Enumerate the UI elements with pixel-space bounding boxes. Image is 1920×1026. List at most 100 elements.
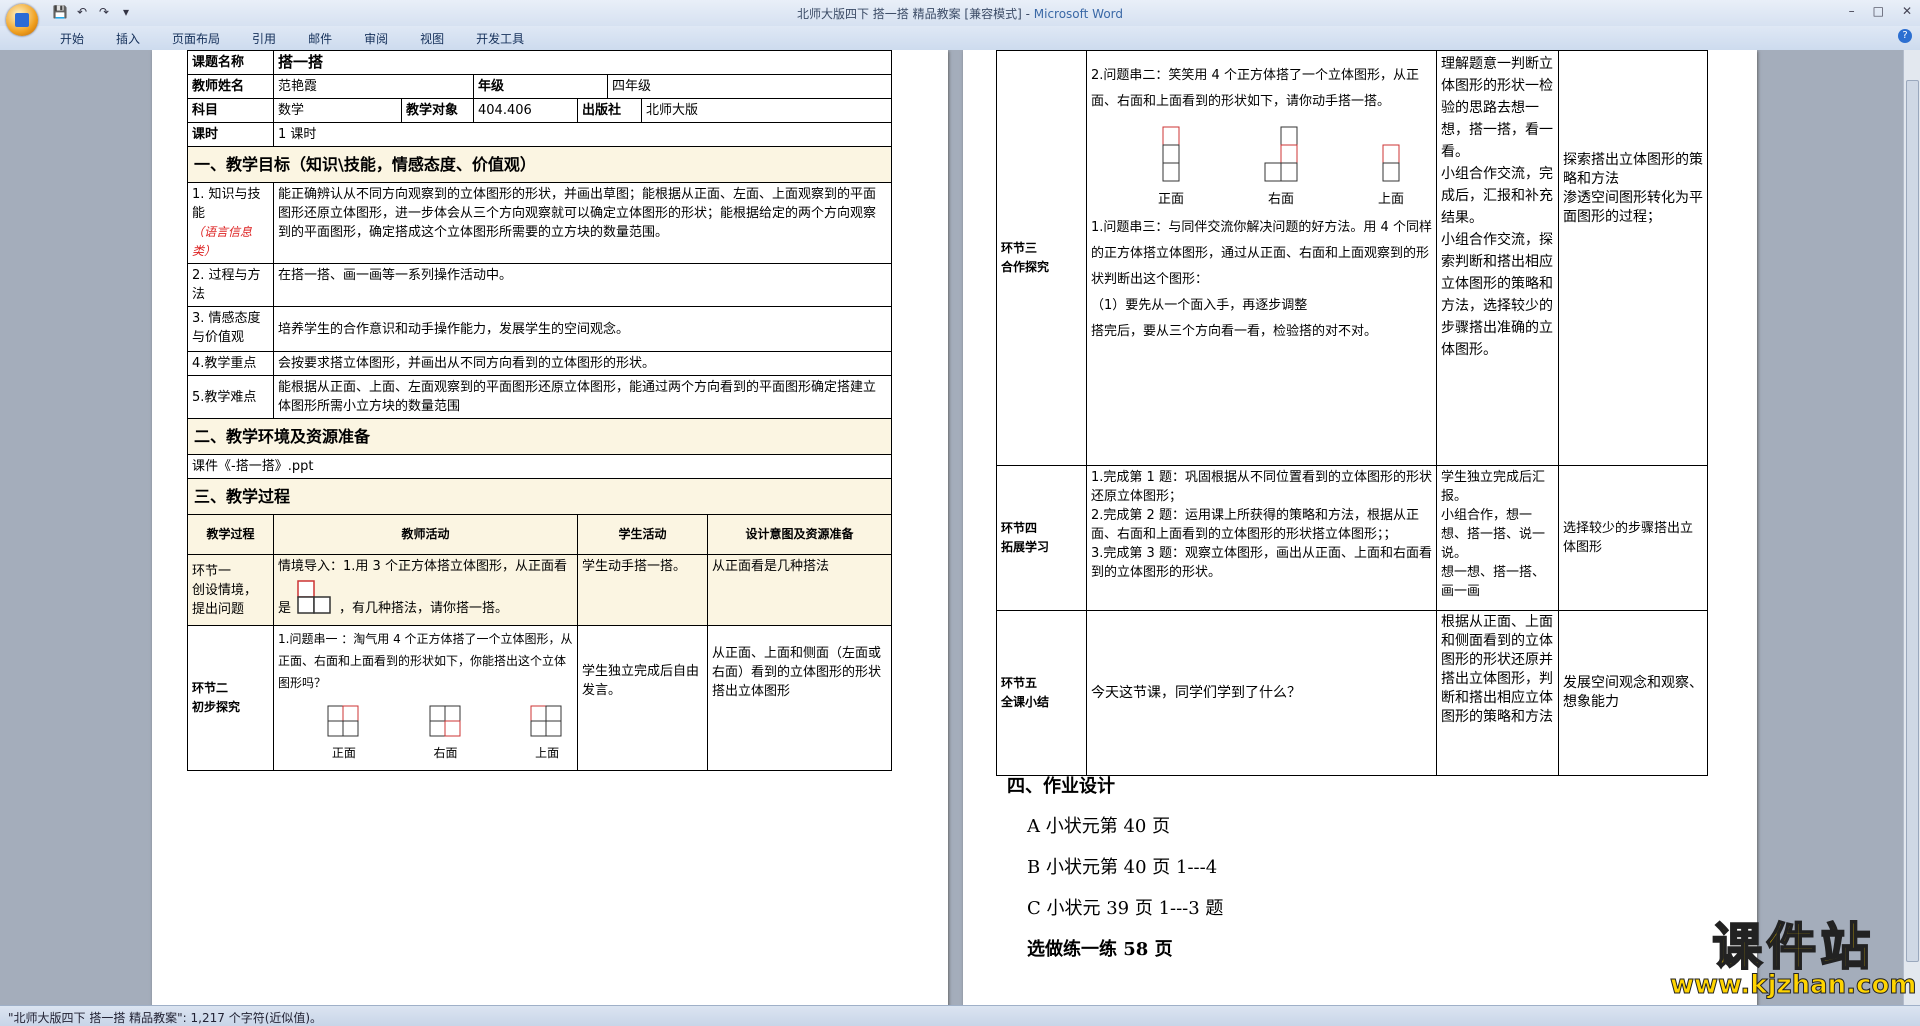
stage-2-figure-front-label: 正面 xyxy=(331,746,356,760)
vertical-scrollbar[interactable] xyxy=(1903,50,1920,1005)
stage-1-teacher-line-b: 是 xyxy=(278,601,292,616)
title-bar: 💾 ↶ ↷ ▾ 北师大版四下 搭一搭 精品教案 [兼容模式] - Microso… xyxy=(0,0,1920,36)
tab-insert[interactable]: 插入 xyxy=(116,30,140,47)
minimize-icon[interactable]: – xyxy=(1849,4,1855,18)
resource-text: 课件《-搭一搭》.ppt xyxy=(186,454,893,479)
ribbon-tabs: 开始 插入 页面布局 引用 邮件 审阅 视图 开发工具 xyxy=(60,30,524,47)
section-2-title: 二、教学环境及资源准备 xyxy=(186,418,893,455)
goal-2-label: 2. 过程与方法 xyxy=(187,263,274,307)
stage-1-intent: 从正面看是几种搭法 xyxy=(706,554,893,626)
publisher-label: 出版社 xyxy=(577,98,642,123)
stage-2-name: 环节二 初步探究 xyxy=(187,625,274,771)
goal-3-label: 3. 情感态度与价值观 xyxy=(187,306,274,352)
subject-label: 科目 xyxy=(187,98,274,123)
top-view-shape xyxy=(530,705,562,737)
stage-3-figure-top: 上面 xyxy=(1361,125,1421,213)
stage-2-figure-top: 上面 xyxy=(521,704,573,764)
homework-section: 四、作业设计 A 小状元第 40 页 B 小状元第 40 页 1---4 C 小… xyxy=(1007,772,1707,976)
stage-3-figure-front-label: 正面 xyxy=(1157,192,1184,207)
stage-5-intent: 发展空间观念和观察、想象能力 xyxy=(1558,610,1708,776)
stage-2-teacher: 1.问题串一 ：淘气用 4 个正方体搭了一个立体图形，从正面、右面和上面看到的形… xyxy=(273,625,578,771)
target-label: 教学对象 xyxy=(401,98,474,123)
logo-url-text: www.kjzhan.com xyxy=(1669,970,1917,1001)
right-view-shape xyxy=(429,705,460,737)
scrollbar-thumb[interactable] xyxy=(1906,80,1919,962)
status-text: "北师大版四下 搭一搭 精品教案": 1,217 个字符(近似值)。 xyxy=(8,1011,323,1025)
stage-4-student: 学生独立完成后汇报。 小组合作，想一想、搭一搭、说一说。 想一想、搭一搭、画一画 xyxy=(1436,465,1559,611)
left-page: 课题名称 搭一搭 教师姓名 范艳霞 年级 四年级 科目 数学 教学对象 404.… xyxy=(152,50,948,1005)
publisher-value: 北师大版 xyxy=(640,98,893,123)
topic-value: 搭一搭 xyxy=(272,50,893,75)
homework-title: 四、作业设计 xyxy=(1007,776,1115,797)
header-intent: 设计意图及资源准备 xyxy=(706,514,893,555)
hours-value: 1 课时 xyxy=(272,122,893,147)
top-view-shape-2 xyxy=(1382,144,1400,182)
tab-references[interactable]: 引用 xyxy=(252,30,276,47)
tab-home[interactable]: 开始 xyxy=(60,30,84,47)
stage-1-student: 学生动手搭一搭。 xyxy=(577,554,708,626)
stage-3-teacher: 2.问题串二：笑笑用 4 个正方体搭了一个立体图形，从正面、右面和上面看到的形状… xyxy=(1086,50,1437,466)
window-title: 北师大版四下 搭一搭 精品教案 [兼容模式] - Microsoft Word xyxy=(0,5,1920,22)
stage-3-figure-top-label: 上面 xyxy=(1377,192,1404,207)
stage-2-figure-front: 正面 xyxy=(318,704,370,764)
stage-3-name: 环节三 合作探究 xyxy=(996,50,1087,466)
header-stage: 教学过程 xyxy=(187,514,274,555)
stage-3-figure-front: 正面 xyxy=(1141,125,1201,213)
lesson-table-right: 环节三 合作探究 2.问题串二：笑笑用 4 个正方体搭了一个立体图形，从正面、右… xyxy=(996,50,1708,776)
goal-5-text: 能根据从正面、上面、左面观察到的平面图形还原立体图形，能通过两个方向看到的平面图… xyxy=(272,375,893,419)
document-workspace: 课题名称 搭一搭 教师姓名 范艳霞 年级 四年级 科目 数学 教学对象 404.… xyxy=(0,50,1904,1005)
stage-3-student: 理解题意一判断立体图形的形状一检验的思路去想一想，搭一搭，看一看。 小组合作交流… xyxy=(1436,50,1559,466)
stage-2-figures: 正面 右面 上面 xyxy=(278,694,573,766)
stage-3-tip-2: 搭完后，要从三个方向看一看，检验搭的对不对。 xyxy=(1091,324,1378,339)
right-view-shape-2 xyxy=(1264,126,1298,182)
topic-label: 课题名称 xyxy=(187,50,274,75)
document-title: 北师大版四下 搭一搭 精品教案 [兼容模式] xyxy=(796,7,1022,21)
tab-page-layout[interactable]: 页面布局 xyxy=(172,30,220,47)
stage-2-figure-right: 右面 xyxy=(420,704,472,764)
tab-review[interactable]: 审阅 xyxy=(364,30,388,47)
lesson-table-left: 课题名称 搭一搭 教师姓名 范艳霞 年级 四年级 科目 数学 教学对象 404.… xyxy=(186,50,893,771)
office-button[interactable] xyxy=(6,4,38,36)
app-name: Microsoft Word xyxy=(1033,7,1124,21)
homework-line-c: C 小状元 39 页 1---3 题 xyxy=(1027,898,1224,919)
tab-view[interactable]: 视图 xyxy=(420,30,444,47)
status-bar: "北师大版四下 搭一搭 精品教案": 1,217 个字符(近似值)。 xyxy=(0,1005,1920,1026)
right-page: 环节三 合作探究 2.问题串二：笑笑用 4 个正方体搭了一个立体图形，从正面、右… xyxy=(963,50,1757,1005)
teacher-label: 教师姓名 xyxy=(187,74,274,99)
stage-3-intent: 探索搭出立体图形的策略和方法 渗透空间图形转化为平面图形的过程； xyxy=(1558,50,1708,466)
header-student: 学生活动 xyxy=(577,514,708,555)
front-view-figure xyxy=(297,580,331,614)
stage-3-figure-right: 右面 xyxy=(1251,125,1311,213)
ribbon: 开始 插入 页面布局 引用 邮件 审阅 视图 开发工具 ? xyxy=(0,26,1920,51)
logo-cn-text: 课件站 xyxy=(1711,918,1875,976)
stage-3-question-2: 2.问题串二：笑笑用 4 个正方体搭了一个立体图形，从正面、右面和上面看到的形状… xyxy=(1091,68,1419,109)
stage-2-teacher-text: 1.问题串一 ：淘气用 4 个正方体搭了一个立体图形，从正面、右面和上面看到的形… xyxy=(278,632,573,690)
stage-4-teacher: 1.完成第 1 题：巩固根据从不同位置看到的立体图形的形状还原立体图形； 2.完… xyxy=(1086,465,1437,611)
goal-1-note: （语言信息类） xyxy=(192,225,253,258)
maximize-icon[interactable]: □ xyxy=(1873,4,1884,18)
stage-5-teacher: 今天这节课，同学们学到了什么？ xyxy=(1086,610,1437,776)
goal-4-label: 4.教学重点 xyxy=(187,351,274,376)
tab-mailings[interactable]: 邮件 xyxy=(308,30,332,47)
stage-1-teacher: 情境导入：1.用 3 个正方体搭立体图形，从正面看 是 ，有几种搭法，请你搭一搭… xyxy=(273,554,578,626)
stage-1-figure-row: 是 ，有几种搭法，请你搭一搭。 xyxy=(278,578,573,618)
title-separator: - xyxy=(1021,7,1034,21)
stage-1-name: 环节一 创设情境，提出问题 xyxy=(187,554,274,626)
tab-developer[interactable]: 开发工具 xyxy=(476,30,524,47)
target-value: 404.406 xyxy=(473,98,578,123)
stage-2-intent: 从正面、上面和侧面（左面或右面）看到的立体图形的形状搭出立体图形 xyxy=(706,625,893,771)
teacher-value: 范艳霞 xyxy=(273,74,474,99)
close-icon[interactable]: ✕ xyxy=(1902,4,1912,18)
stage-3-tip-1: （1）要先从一个面入手，再逐步调整 xyxy=(1091,298,1308,313)
help-icon[interactable]: ? xyxy=(1898,29,1912,43)
hours-label: 课时 xyxy=(187,122,274,147)
goal-5-label: 5.教学难点 xyxy=(187,375,274,419)
goal-4-text: 会按要求搭立体图形，并画出从不同方向看到的立体图形的形状。 xyxy=(272,351,893,376)
stage-2-figure-top-label: 上面 xyxy=(535,746,560,760)
section-3-title: 三、教学过程 xyxy=(186,478,893,515)
front-view-shape-2 xyxy=(1162,126,1180,182)
goal-1-label: 1. 知识与技能 xyxy=(192,187,261,221)
header-teacher: 教师活动 xyxy=(273,514,578,555)
stage-1-teacher-line-c: ，有几种搭法，请你搭一搭。 xyxy=(339,601,509,616)
stage-5-name: 环节五 全课小结 xyxy=(996,610,1087,776)
